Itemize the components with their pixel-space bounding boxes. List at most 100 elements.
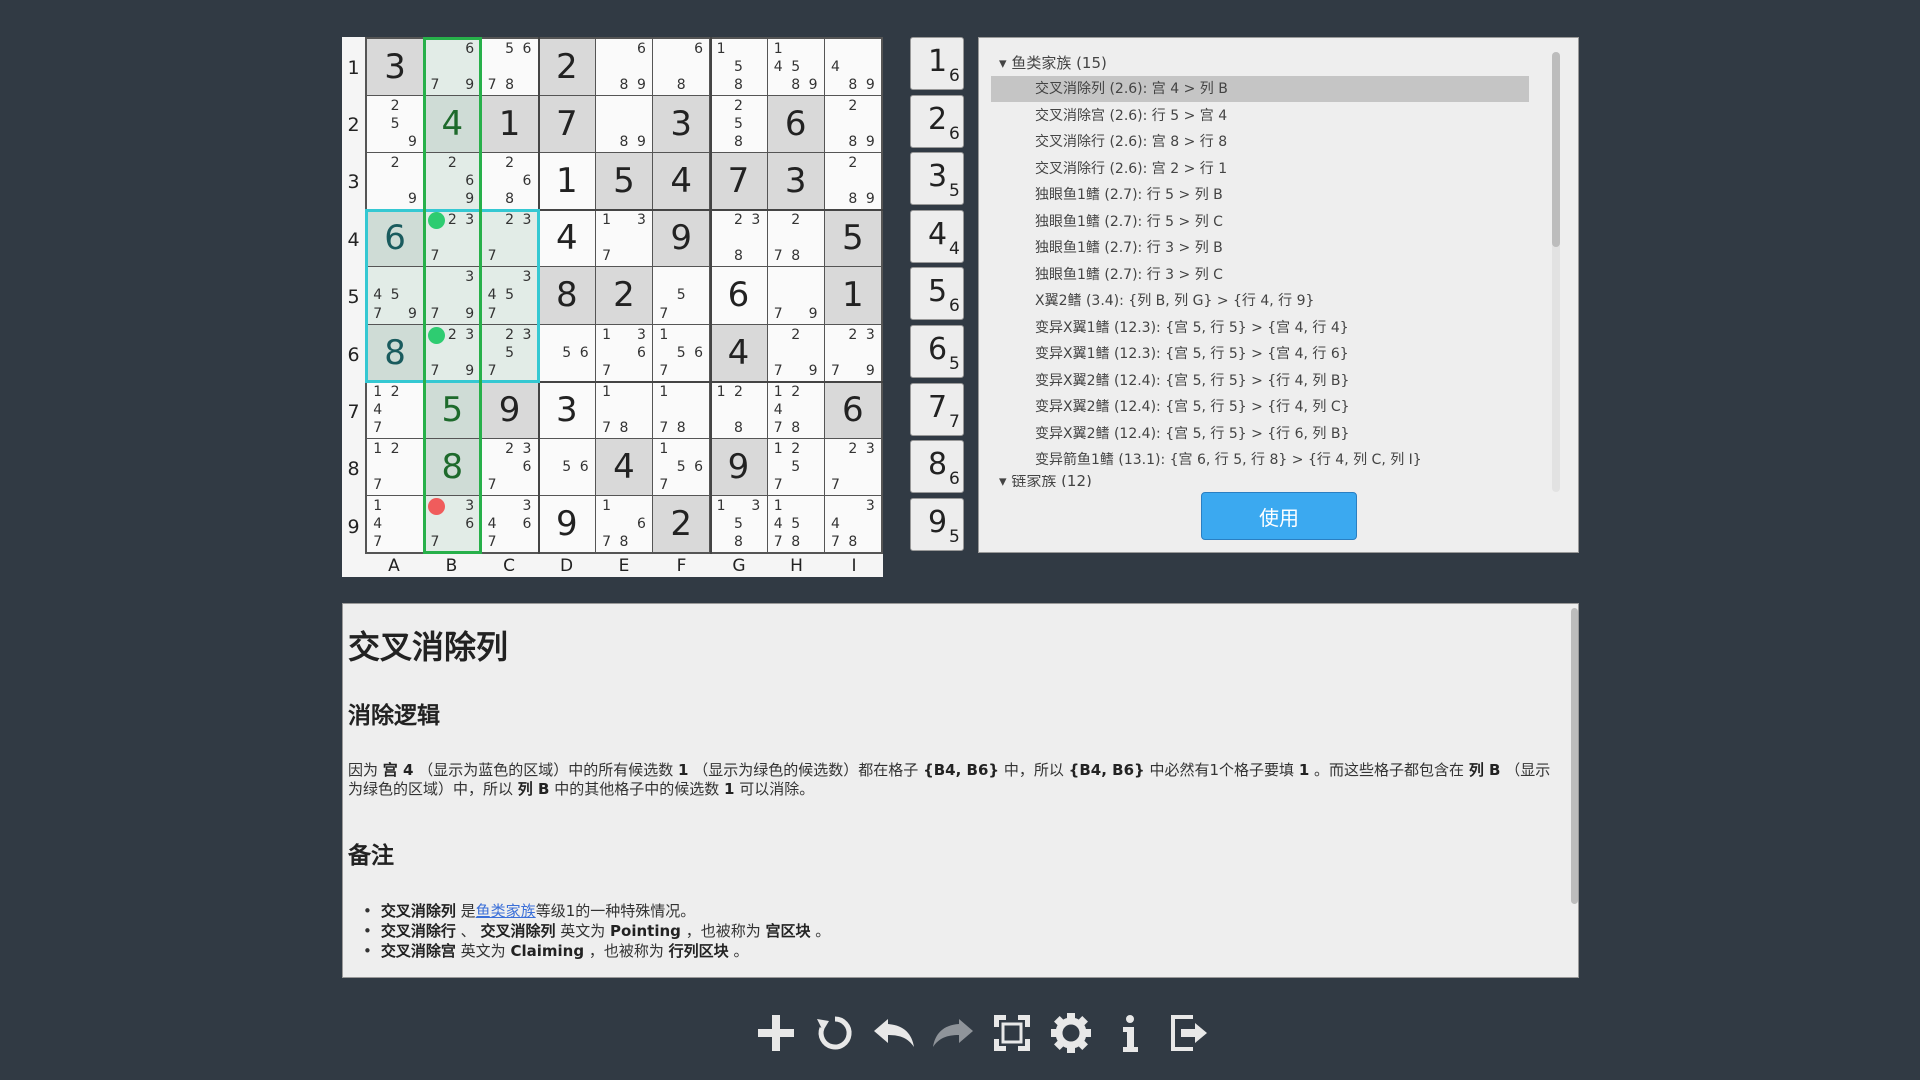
fish-family-link[interactable]: 鱼类家族 <box>476 902 536 920</box>
sudoku-cell[interactable]: 6 <box>710 267 767 324</box>
sudoku-cell[interactable]: 89 <box>595 96 653 153</box>
sudoku-cell[interactable]: 6 7 9 <box>424 39 481 96</box>
sudoku-cell[interactable]: 236 7 <box>481 438 538 495</box>
sudoku-cell[interactable]: 9 <box>481 381 538 438</box>
sudoku-cell[interactable]: 6 <box>367 210 424 267</box>
sudoku-cell[interactable]: 4 <box>710 324 767 381</box>
sudoku-cell[interactable]: 12 7 <box>367 438 424 495</box>
sudoku-cell[interactable]: 7 <box>538 96 595 153</box>
sudoku-cell[interactable]: 4 <box>424 96 481 153</box>
number-button-3[interactable]: 35 <box>910 152 964 206</box>
fullscreen-icon[interactable] <box>986 1005 1037 1061</box>
sudoku-cell[interactable]: 1 78 <box>595 381 653 438</box>
sudoku-cell[interactable]: 2 89 <box>824 153 881 210</box>
sudoku-cell[interactable]: 7 <box>710 153 767 210</box>
sudoku-cell[interactable]: 258 <box>710 96 767 153</box>
sudoku-cell[interactable]: 8 <box>367 324 424 381</box>
sudoku-cell[interactable]: 2 <box>653 495 710 552</box>
sudoku-cell[interactable]: 79 <box>767 267 824 324</box>
sudoku-cell[interactable]: 3 <box>767 153 824 210</box>
sudoku-cell[interactable]: 56 78 <box>481 39 538 96</box>
sudoku-cell[interactable]: 3 4 6 7 <box>481 495 538 552</box>
number-button-8[interactable]: 86 <box>910 440 964 494</box>
sudoku-cell[interactable]: 3 7 9 <box>424 267 481 324</box>
sudoku-cell[interactable]: 4 <box>595 438 653 495</box>
sudoku-cell[interactable]: 1 358 <box>710 495 767 552</box>
sudoku-cell[interactable]: 12478 <box>767 381 824 438</box>
number-button-2[interactable]: 26 <box>910 94 964 148</box>
sudoku-cell[interactable]: 6 <box>824 381 881 438</box>
apply-button[interactable]: 使用 <box>1201 492 1357 540</box>
sudoku-cell[interactable]: 1567 <box>653 324 710 381</box>
technique-item[interactable]: 交叉消除宫 (2.6): 行 5 > 宫 4 <box>991 103 1529 129</box>
reset-icon[interactable] <box>809 1005 860 1061</box>
number-button-4[interactable]: 44 <box>910 209 964 263</box>
technique-item[interactable]: 变异X翼2鳍 (12.4): {宫 5, 行 5} > {行 4, 列 B} <box>991 368 1529 394</box>
technique-item[interactable]: 变异X翼1鳍 (12.3): {宫 5, 行 5} > {宫 4, 行 4} <box>991 315 1529 341</box>
plus-icon[interactable] <box>750 1005 801 1061</box>
sudoku-cell[interactable]: 6 <box>767 96 824 153</box>
sudoku-cell[interactable]: 489 <box>824 39 881 96</box>
sudoku-cell[interactable]: 1567 <box>653 438 710 495</box>
sudoku-cell[interactable]: 6 89 <box>595 39 653 96</box>
sudoku-cell[interactable]: 56 <box>538 438 595 495</box>
sudoku-cell[interactable]: 1 <box>538 153 595 210</box>
sudoku-cell[interactable]: 1367 <box>424 495 481 552</box>
sudoku-cell[interactable]: 3 <box>538 381 595 438</box>
sudoku-cell[interactable]: 268 <box>481 153 538 210</box>
number-button-6[interactable]: 65 <box>910 325 964 378</box>
sudoku-cell[interactable]: 57 <box>653 267 710 324</box>
technique-group-chain[interactable]: ▾ 链家族 (12) <box>999 475 1092 487</box>
redo-icon[interactable] <box>927 1005 978 1061</box>
sudoku-cell[interactable]: 56 <box>538 324 595 381</box>
sudoku-cell[interactable]: 3 <box>367 39 424 96</box>
sudoku-cell[interactable]: 3 <box>653 96 710 153</box>
sudoku-cell[interactable]: 23 8 <box>710 210 767 267</box>
number-button-1[interactable]: 16 <box>910 37 964 90</box>
sudoku-cell[interactable]: 1 3 7 <box>595 210 653 267</box>
settings-icon[interactable] <box>1045 1005 1096 1061</box>
sudoku-cell[interactable]: 23 7 <box>824 438 881 495</box>
sudoku-cell[interactable]: 269 <box>424 153 481 210</box>
sudoku-cell[interactable]: 8 <box>538 267 595 324</box>
sudoku-cell[interactable]: 2 <box>538 39 595 96</box>
technique-item[interactable]: 交叉消除行 (2.6): 宫 8 > 行 8 <box>991 129 1529 155</box>
sudoku-cell[interactable]: 5 <box>595 153 653 210</box>
sudoku-cell[interactable]: 1 78 <box>653 381 710 438</box>
info-icon[interactable] <box>1104 1005 1155 1061</box>
sudoku-cell[interactable]: 9 <box>653 210 710 267</box>
technique-item[interactable]: 交叉消除列 (2.6): 宫 4 > 列 B <box>991 76 1529 102</box>
sudoku-cell[interactable]: 2 <box>595 267 653 324</box>
sudoku-cell[interactable]: 3 478 <box>824 495 881 552</box>
technique-item[interactable]: 变异X翼1鳍 (12.3): {宫 5, 行 5} > {宫 4, 行 6} <box>991 341 1529 367</box>
sudoku-cell[interactable]: 3 457 <box>481 267 538 324</box>
technique-item[interactable]: 独眼鱼1鳍 (2.7): 行 3 > 列 C <box>991 262 1529 288</box>
sudoku-cell[interactable]: 158 <box>710 39 767 96</box>
sudoku-cell[interactable]: 8 <box>424 438 481 495</box>
technique-item[interactable]: 独眼鱼1鳍 (2.7): 行 3 > 列 B <box>991 235 1529 261</box>
sudoku-cell[interactable]: 1257 <box>767 438 824 495</box>
sudoku-cell[interactable]: 2 89 <box>824 96 881 153</box>
sudoku-cell[interactable]: 12 8 <box>710 381 767 438</box>
technique-item[interactable]: 变异X翼2鳍 (12.4): {宫 5, 行 5} > {行 6, 列 B} <box>991 421 1529 447</box>
number-button-7[interactable]: 77 <box>910 382 964 436</box>
sudoku-cell[interactable]: 29 <box>367 153 424 210</box>
technique-group-fish[interactable]: ▾ 鱼类家族 (15) <box>999 52 1107 73</box>
number-button-9[interactable]: 95 <box>910 497 964 551</box>
sudoku-cell[interactable]: 4 <box>538 210 595 267</box>
number-button-5[interactable]: 56 <box>910 267 964 321</box>
sudoku-cell[interactable]: 1 <box>824 267 881 324</box>
undo-icon[interactable] <box>868 1005 919 1061</box>
sudoku-cell[interactable]: 1367 <box>595 324 653 381</box>
sudoku-cell[interactable]: 5 <box>824 210 881 267</box>
sudoku-cell[interactable]: 1678 <box>595 495 653 552</box>
sudoku-cell[interactable]: 9 <box>710 438 767 495</box>
sudoku-cell[interactable]: 457 9 <box>367 267 424 324</box>
sudoku-cell[interactable]: 1237 <box>424 210 481 267</box>
sudoku-cell[interactable]: 23 7 <box>481 210 538 267</box>
sudoku-cell[interactable]: 14589 <box>767 39 824 96</box>
sudoku-grid[interactable]: 3679567826896815814589489259417893258628… <box>365 37 883 554</box>
technique-item[interactable]: 变异箭鱼1鳍 (13.1): {宫 6, 行 5, 行 8} > {行 4, 列… <box>991 447 1529 473</box>
explanation-scrollbar[interactable] <box>1571 608 1578 904</box>
sudoku-cell[interactable]: 68 <box>653 39 710 96</box>
